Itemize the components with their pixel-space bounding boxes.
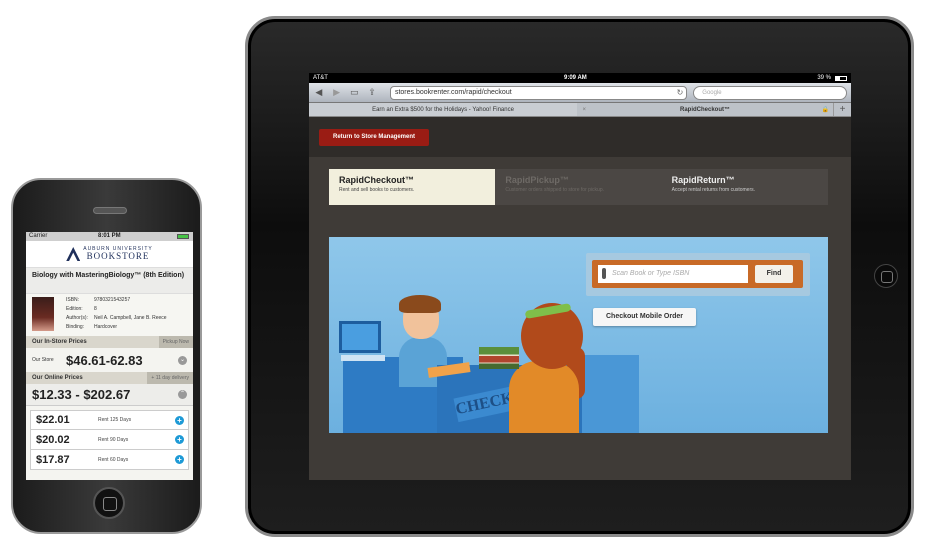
- url-text: stores.bookrenter.com/rapid/checkout: [394, 88, 512, 96]
- add-icon[interactable]: +: [175, 455, 184, 464]
- monitor-icon: [339, 321, 381, 353]
- rental-price: $17.87: [36, 453, 70, 466]
- online-price-range: $12.33 - $202.67: [32, 387, 131, 402]
- tab-yahoo-finance[interactable]: Earn an Extra $500 for the Holidays - Ya…: [309, 103, 586, 116]
- student-body: [509, 361, 579, 433]
- book-cover-image: [32, 297, 54, 331]
- status-bar: AT&T 9:09 AM 39 %: [309, 73, 851, 83]
- add-icon[interactable]: +: [175, 435, 184, 444]
- carrier-label: Carrier: [29, 233, 48, 239]
- page-topbar: Return to Store Management: [309, 117, 851, 157]
- meta-key: Edition:: [66, 306, 83, 312]
- desk-shape: [579, 355, 639, 433]
- status-bar: Carrier 8:01 PM: [26, 232, 193, 241]
- clerk-hair: [399, 295, 441, 313]
- return-to-store-button[interactable]: Return to Store Management: [319, 129, 429, 146]
- clock: 8:01 PM: [98, 233, 121, 239]
- mode-title: RapidReturn™: [671, 175, 735, 185]
- rental-price: $22.01: [36, 414, 70, 426]
- url-bar[interactable]: stores.bookrenter.com/rapid/checkout ↻: [389, 85, 688, 100]
- clock: 9:09 AM: [564, 75, 587, 81]
- mode-title: RapidCheckout™: [339, 175, 415, 185]
- book-title: Biology with MasteringBiology™ (8th Edit…: [26, 268, 193, 294]
- battery-percent: 39 %: [817, 75, 831, 81]
- au-logo-icon: [66, 247, 81, 261]
- ipad-screen: AT&T 9:09 AM 39 % ◀ ▶ ▭ ⇪ stores.bookren…: [309, 73, 851, 480]
- rental-term: Rent 125 Days: [98, 417, 132, 423]
- web-page: Return to Store Management RapidCheckout…: [309, 117, 851, 480]
- tab-label: RapidCheckout™: [679, 107, 730, 113]
- ipad-device: AT&T 9:09 AM 39 % ◀ ▶ ▭ ⇪ stores.bookren…: [245, 16, 914, 537]
- rental-option[interactable]: $22.01 Rent 125 Days +: [30, 410, 189, 430]
- isbn-input[interactable]: Scan Book or Type ISBN: [598, 265, 748, 283]
- find-button[interactable]: Find: [755, 265, 793, 283]
- logo-bookstore: BOOKSTORE: [86, 251, 150, 261]
- store-logo: AUBURN UNIVERSITY BOOKSTORE: [26, 241, 193, 268]
- checkout-hero: CHECKOUT Scan Book or Type ISBN Find Che…: [329, 237, 828, 433]
- rental-option[interactable]: $17.87 Rent 60 Days +: [30, 450, 189, 470]
- store-price: $46.61-62.83: [66, 352, 143, 368]
- book-meta: ISBN: 9780321543257 Edition: 8 Author(s): N…: [66, 297, 167, 333]
- new-tab-button[interactable]: +: [833, 103, 851, 116]
- mode-rapid-return[interactable]: RapidReturn™ Accept rental returns from …: [661, 169, 828, 205]
- scan-box: Scan Book or Type ISBN Find: [592, 260, 803, 288]
- lock-icon: 🔒: [821, 107, 829, 113]
- carrier-label: AT&T: [313, 75, 328, 81]
- reload-icon[interactable]: ↻: [677, 87, 684, 99]
- add-icon[interactable]: +: [175, 415, 184, 425]
- tab-rapid-checkout[interactable]: RapidCheckout™ 🔒: [577, 103, 833, 116]
- mode-subtitle: Customer orders shipped to store for pic…: [505, 187, 604, 193]
- mode-rapid-checkout[interactable]: RapidCheckout™ Rent and sell books to cu…: [329, 169, 496, 205]
- meta-key: Author(s):: [66, 315, 88, 321]
- section-title: Our Online Prices: [32, 375, 83, 381]
- ipad-home-button[interactable]: [874, 264, 898, 288]
- back-icon[interactable]: ◀: [313, 87, 325, 98]
- pickup-now-tag: Pickup Now: [158, 336, 193, 348]
- chevron-down-icon[interactable]: ⌄: [178, 355, 187, 365]
- browser-tabs: Earn an Extra $500 for the Holidays - Ya…: [309, 103, 851, 117]
- mode-subtitle: Rent and sell books to customers.: [339, 187, 415, 193]
- meta-value: Neil A. Campbell, Jane B. Reece: [94, 315, 167, 321]
- meta-value: 9780321543257: [94, 297, 131, 303]
- rental-option[interactable]: $20.02 Rent 90 Days +: [30, 430, 189, 450]
- rental-options: $22.01 Rent 125 Days + $20.02 Rent 90 Da…: [26, 406, 193, 470]
- meta-key: Binding:: [66, 324, 85, 330]
- browser-toolbar: ◀ ▶ ▭ ⇪ stores.bookrenter.com/rapid/chec…: [309, 83, 851, 103]
- rental-term: Rent 60 Days: [98, 456, 129, 463]
- keyboard-icon: [341, 355, 385, 361]
- meta-value: 8: [94, 306, 97, 312]
- online-price-row[interactable]: $12.33 - $202.67 ⌃: [26, 384, 193, 406]
- forward-icon[interactable]: ▶: [331, 87, 343, 98]
- delivery-tag: + 11 day delivery: [147, 372, 193, 384]
- section-title: Our In-Store Prices: [32, 339, 87, 345]
- scan-panel: Scan Book or Type ISBN Find: [586, 253, 810, 296]
- in-store-header: Our In-Store Prices Pickup Now: [26, 336, 193, 348]
- rental-price: $20.02: [36, 433, 70, 446]
- checkout-mobile-order-button[interactable]: Checkout Mobile Order: [593, 308, 696, 326]
- search-input[interactable]: Google: [693, 85, 847, 100]
- chevron-up-icon[interactable]: ⌃: [178, 390, 187, 399]
- tab-label: Earn an Extra $500 for the Holidays - Ya…: [372, 107, 514, 113]
- iphone-home-button[interactable]: [93, 487, 125, 519]
- rental-term: Rent 90 Days: [98, 436, 129, 443]
- book-stack-icon: [479, 347, 519, 369]
- store-label: Our Store: [32, 357, 54, 363]
- iphone-screen: Carrier 8:01 PM AUBURN UNIVERSITY BOOKST…: [26, 232, 193, 480]
- share-icon[interactable]: ⇪: [366, 87, 378, 98]
- in-store-price-row[interactable]: Our Store $46.61-62.83 ⌄: [26, 348, 193, 372]
- book-details: ISBN: 9780321543257 Edition: 8 Author(s): N…: [26, 294, 193, 336]
- online-header: Our Online Prices + 11 day delivery: [26, 372, 193, 384]
- mode-rapid-pickup[interactable]: RapidPickup™ Customer orders shipped to …: [495, 169, 662, 205]
- speaker-grille: [93, 207, 127, 214]
- iphone-device: Carrier 8:01 PM AUBURN UNIVERSITY BOOKST…: [11, 178, 202, 534]
- meta-key: ISBN:: [66, 297, 80, 303]
- mode-subtitle: Accept rental returns from customers.: [671, 187, 756, 193]
- meta-value: Hardcover: [94, 324, 118, 330]
- battery-icon: [177, 234, 189, 239]
- battery-icon: [835, 76, 847, 81]
- mode-title: RapidPickup™: [505, 175, 569, 185]
- bookmarks-icon[interactable]: ▭: [348, 87, 360, 98]
- mode-selector: RapidCheckout™ Rent and sell books to cu…: [329, 169, 828, 205]
